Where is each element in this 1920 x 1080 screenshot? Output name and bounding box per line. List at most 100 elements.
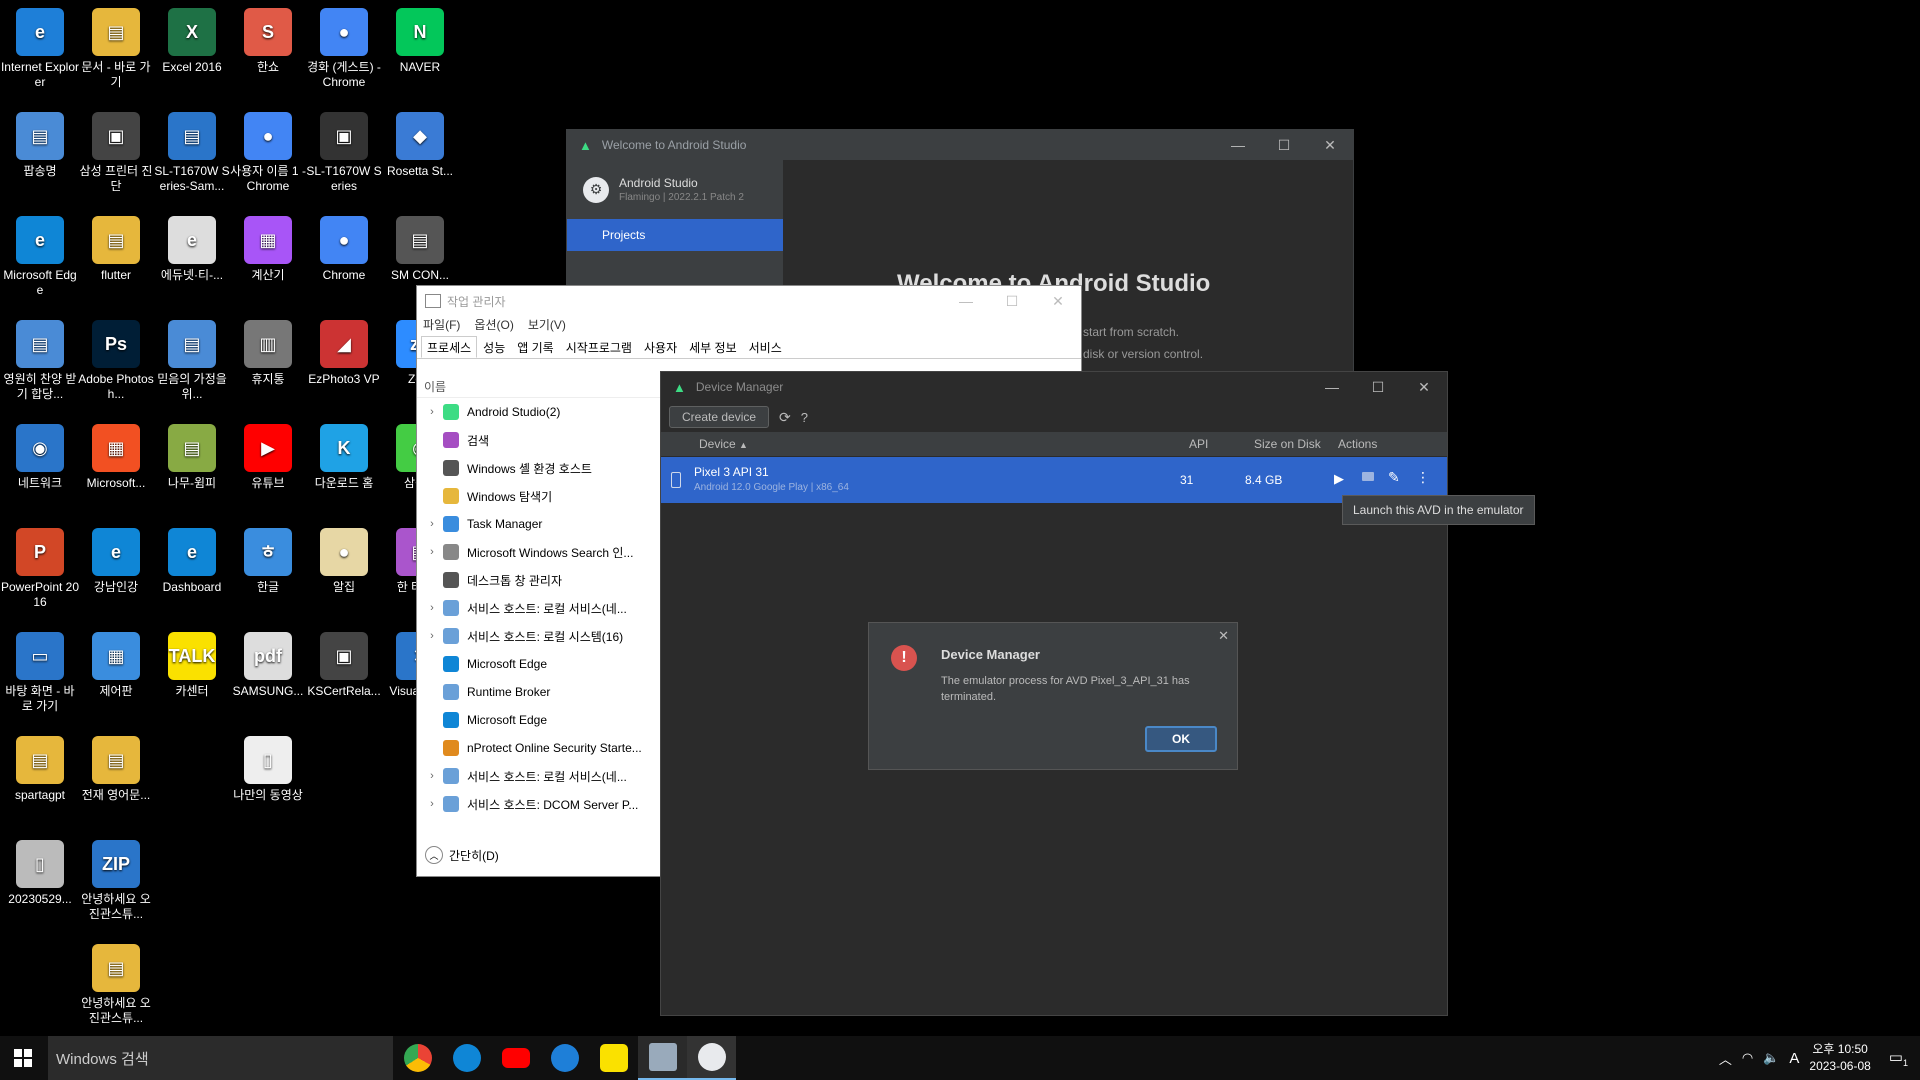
chevron-right-icon[interactable]: › [421, 406, 443, 418]
help-button[interactable]: ? [801, 410, 808, 425]
desktop-icon[interactable]: ▤ 안녕하세요 오진관스튜... [76, 940, 156, 1026]
youtube-taskbar-icon[interactable] [491, 1036, 540, 1080]
close-button[interactable]: ✕ [1401, 379, 1447, 396]
ime-indicator[interactable]: A [1789, 1050, 1799, 1067]
desktop-icon[interactable]: ▣ SL-T1670W Series [304, 108, 384, 194]
desktop-icon[interactable]: ● 사용자 이름 1 - Chrome [228, 108, 308, 194]
device-row[interactable]: Pixel 3 API 31 Android 12.0 Google Play … [661, 457, 1447, 503]
desktop-icon[interactable]: ▤ spartagpt [0, 732, 80, 803]
desktop-icon[interactable]: ▯ 20230529... [0, 836, 80, 907]
desktop-icon[interactable]: ZIP 안녕하세요 오진관스튜... [76, 836, 156, 922]
desktop-icon[interactable]: ▤ 영원히 찬양 받기 합당... [0, 316, 80, 402]
desktop-icon[interactable]: ● 알집 [304, 524, 384, 595]
chrome-taskbar-icon[interactable] [393, 1036, 442, 1080]
maximize-button[interactable]: ☐ [1355, 379, 1401, 396]
refresh-icon[interactable]: ⟳ [779, 409, 791, 426]
desktop-icon[interactable]: TALK 카센터 [152, 628, 232, 699]
menu-file[interactable]: 파일(F) [423, 316, 460, 336]
volume-icon[interactable]: 🔈 [1763, 1050, 1779, 1066]
desktop-icon[interactable]: K 다운로드 홈 [304, 420, 384, 491]
column-api[interactable]: API [1189, 437, 1254, 451]
edge-taskbar-icon[interactable] [442, 1036, 491, 1080]
desktop-icon[interactable]: ▦ Microsoft... [76, 420, 156, 491]
tab-startup[interactable]: 시작프로그램 [560, 336, 638, 358]
chevron-right-icon[interactable]: › [421, 518, 443, 530]
internet-explorer-taskbar-icon[interactable] [540, 1036, 589, 1080]
notification-icon[interactable]: ▭1 [1889, 1048, 1908, 1068]
desktop-icon[interactable]: Ps Adobe Photosh... [76, 316, 156, 402]
desktop-icon[interactable]: e Internet Explorer [0, 4, 80, 90]
desktop-icon[interactable]: ▤ 나무-윔피 [152, 420, 232, 491]
desktop-icon[interactable]: ▤ 문서 - 바로 가기 [76, 4, 156, 90]
maximize-button[interactable]: ☐ [989, 293, 1035, 310]
maximize-button[interactable]: ☐ [1261, 137, 1307, 154]
task-manager-title-bar[interactable]: 작업 관리자 — ☐ ✕ [417, 286, 1081, 316]
edit-pencil-icon[interactable]: ✎ [1388, 469, 1400, 486]
folder-icon[interactable] [1362, 472, 1374, 481]
welcome-title-bar[interactable]: ▲ Welcome to Android Studio — ☐ ✕ [567, 130, 1353, 160]
desktop-icon[interactable]: e 강남인강 [76, 524, 156, 595]
chevron-right-icon[interactable]: › [421, 602, 443, 614]
tab-details[interactable]: 세부 정보 [683, 336, 743, 358]
desktop-icon[interactable]: P PowerPoint 2016 [0, 524, 80, 610]
desktop-icon[interactable]: e Dashboard [152, 524, 232, 595]
tab-users[interactable]: 사용자 [638, 336, 683, 358]
minimize-button[interactable]: — [1215, 137, 1261, 154]
desktop-icon[interactable]: ▤ 믿음의 가정을 위... [152, 316, 232, 402]
android-studio-taskbar-icon[interactable] [687, 1036, 736, 1080]
windows-start-icon[interactable] [14, 1049, 32, 1067]
close-button[interactable]: ✕ [1035, 293, 1081, 310]
tab-services[interactable]: 서비스 [743, 336, 788, 358]
tab-processes[interactable]: 프로세스 [421, 336, 478, 358]
close-button[interactable]: ✕ [1307, 137, 1353, 154]
desktop-icon[interactable]: ● Chrome [304, 212, 384, 283]
desktop-icon[interactable]: ▭ 바탕 화면 - 바로 가기 [0, 628, 80, 714]
desktop-icon[interactable]: ◢ EzPhoto3 VP [304, 316, 384, 387]
task-manager-taskbar-icon[interactable] [638, 1036, 687, 1080]
desktop-icon[interactable]: N NAVER [380, 4, 460, 75]
menu-options[interactable]: 옵션(O) [474, 316, 513, 336]
desktop-icon[interactable]: X Excel 2016 [152, 4, 232, 75]
launch-play-icon[interactable]: ▶ [1334, 471, 1344, 487]
desktop-icon[interactable]: ▣ KSCertRela... [304, 628, 384, 699]
desktop-icon[interactable]: ▦ 제어판 [76, 628, 156, 699]
kakaotalk-taskbar-icon[interactable] [589, 1036, 638, 1080]
column-size[interactable]: Size on Disk [1254, 437, 1338, 451]
minimize-button[interactable]: — [943, 293, 989, 310]
desktop-icon[interactable]: S 한쇼 [228, 4, 308, 75]
desktop-icon[interactable]: ▤ SL-T1670W Series-Sam... [152, 108, 232, 194]
desktop-icon[interactable]: ▥ 휴지통 [228, 316, 308, 387]
desktop-icon[interactable]: e Microsoft Edge [0, 212, 80, 298]
desktop-icon[interactable]: ◉ 네트워크 [0, 420, 80, 491]
more-menu-icon[interactable]: ⋮ [1416, 469, 1430, 486]
chevron-right-icon[interactable]: › [421, 798, 443, 810]
taskbar-search-input[interactable]: Windows 검색 [48, 1036, 393, 1080]
desktop-icon[interactable]: ▤ 전재 영어문... [76, 732, 156, 803]
desktop-icon[interactable]: ▤ 팝송명 [0, 108, 80, 179]
close-icon[interactable]: ✕ [1218, 628, 1229, 644]
desktop-icon[interactable]: ▶ 유튜브 [228, 420, 308, 491]
chevron-right-icon[interactable]: › [421, 546, 443, 558]
create-device-button[interactable]: Create device [669, 406, 770, 428]
desktop-icon[interactable]: ▤ SM CON... [380, 212, 460, 283]
nav-projects[interactable]: Projects [567, 219, 783, 251]
ok-button[interactable]: OK [1145, 726, 1217, 752]
minimize-button[interactable]: — [1309, 379, 1355, 396]
column-actions[interactable]: Actions [1338, 437, 1377, 451]
tab-app-history[interactable]: 앱 기록 [511, 336, 559, 358]
wifi-icon[interactable]: ◠ [1742, 1050, 1753, 1066]
device-manager-title-bar[interactable]: ▲ Device Manager — ☐ ✕ [661, 372, 1447, 402]
desktop-icon[interactable]: ▣ 삼성 프린터 진단 [76, 108, 156, 194]
desktop-icon[interactable]: ㅎ 한글 [228, 524, 308, 595]
desktop-icon[interactable]: ▤ flutter [76, 212, 156, 283]
chevron-right-icon[interactable]: › [421, 770, 443, 782]
desktop-icon[interactable]: e 에듀넷·티-... [152, 212, 232, 283]
desktop-icon[interactable]: ◆ Rosetta St... [380, 108, 460, 179]
desktop-icon[interactable]: pdf SAMSUNG... [228, 628, 308, 699]
clock[interactable]: 오후 10:50 2023-06-08 [1809, 1041, 1870, 1075]
chevron-right-icon[interactable]: › [421, 630, 443, 642]
fewer-details-button[interactable]: ︿ 간단히(D) [425, 846, 499, 864]
desktop-icon[interactable]: ▦ 계산기 [228, 212, 308, 283]
tab-performance[interactable]: 성능 [477, 336, 511, 358]
column-device[interactable]: Device ▲ [699, 437, 1189, 451]
